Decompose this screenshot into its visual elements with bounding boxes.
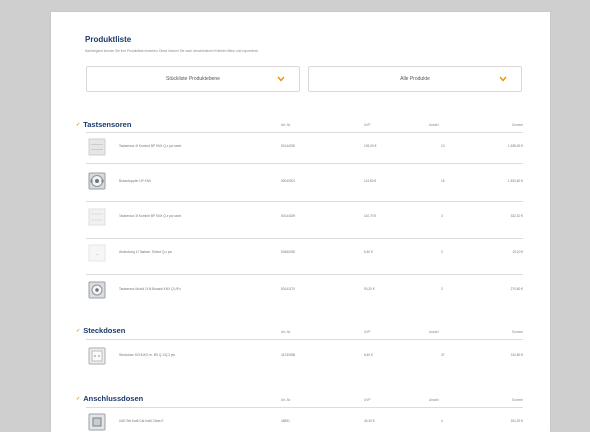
divider [86,339,523,340]
column-header-uvp: UVP [364,330,371,334]
article-number: 50040001 [281,179,296,183]
quantity: 37 [441,353,445,357]
scope-dropdown[interactable]: Alle Produkte [308,66,522,92]
quantity: 4 [441,419,443,423]
divider [86,132,523,133]
divider [86,201,523,202]
product-name: Steckdose SCHUKO m. BS Q.1/Q.3 pw [119,353,175,357]
divider [86,163,523,164]
quantity: 13 [441,144,445,148]
article-number: 50460030 [281,250,296,254]
quantity: 3 [441,250,443,254]
quantity: 3 [441,287,443,291]
price: 40,30 € [364,419,375,423]
check-icon: ✓ [76,122,81,128]
article-number: 45851 [281,419,290,423]
page-subtitle: Nachfolgend können Sie Ihre Produktliste… [85,49,260,53]
product-name: Busankoppler UP KNX [119,179,152,183]
section-title-anschlussdosen[interactable]: ✓ Anschlussdosen [76,394,143,403]
column-header-anzahl: Anzahl [429,398,439,402]
sum: 19,20 € [512,250,523,254]
module-icon [88,281,106,299]
article-number: 50144029 [281,214,296,218]
section-title-tastsensoren[interactable]: ✓ Tastsensoren [76,120,131,129]
sum: 332,10 € [510,214,523,218]
data-socket-icon [88,413,106,431]
price: 114,60 € [364,179,377,183]
divider [86,274,523,275]
sum: 1.833,60 € [507,179,523,183]
chevron-down-icon [499,76,507,82]
column-header-uvp: UVP [364,123,371,127]
switch-white-icon [88,138,106,156]
article-number: 50141170 [281,287,295,291]
cover-plate-icon [88,244,106,262]
level-dropdown-label: Stückliste Produktebene [166,76,220,82]
column-header-summe: Summe [512,398,523,402]
price: 110,70 € [364,214,377,218]
sum: 310,80 € [510,353,523,357]
switch-light-icon [88,208,106,226]
sum: 1.638,00 € [507,144,523,148]
price: 6,40 € [364,250,373,254]
price: 126,00 € [364,144,377,148]
scope-dropdown-label: Alle Produkte [400,76,430,82]
product-name: Tastsensor 3f Komfort BP KNX Q.x pw samt [119,214,182,218]
product-name: Tastsensor 4f Komfort BP KNX Q.x pw samt [119,144,182,148]
product-list-panel: Produktliste Nachfolgend können Sie Ihre… [51,12,550,432]
sum: 270,60 € [510,287,523,291]
divider [86,238,523,239]
article-number: 50144030 [281,144,296,148]
column-header-anzahl: Anzahl [429,330,439,334]
page-title: Produktliste [85,35,132,44]
price: 8,40 € [364,353,373,357]
quantity: 16 [441,179,445,183]
column-header-artnr: Art.-Nr. [281,330,292,334]
socket-icon [88,347,106,365]
level-dropdown[interactable]: Stückliste Produktebene [86,66,300,92]
column-header-artnr: Art.-Nr. [281,123,292,127]
column-header-summe: Summe [512,123,523,127]
product-name: Tastsensor-Modul 1f M.Busank KNX Q.UP.x [119,287,181,291]
check-icon: ✓ [76,396,81,402]
column-header-summe: Summe [512,330,523,334]
price: 90,20 € [364,287,375,291]
divider [86,407,523,408]
sum: 161,20 € [510,419,523,423]
column-header-anzahl: Anzahl [429,123,439,127]
chevron-down-icon [277,76,285,82]
bus-coupler-icon [88,172,106,190]
section-title-steckdosen[interactable]: ✓ Steckdosen [76,326,125,335]
product-name: Abdeckung 1f Tastsen. Einbut Q.x pw [119,250,172,254]
column-header-artnr: Art.-Nr. [281,398,292,402]
article-number: 41230058 [281,353,296,357]
product-name: UAE Bel.Kat6 Cat Kat6 Class E [119,419,164,423]
column-header-uvp: UVP [364,398,371,402]
quantity: 3 [441,214,443,218]
check-icon: ✓ [76,328,81,334]
